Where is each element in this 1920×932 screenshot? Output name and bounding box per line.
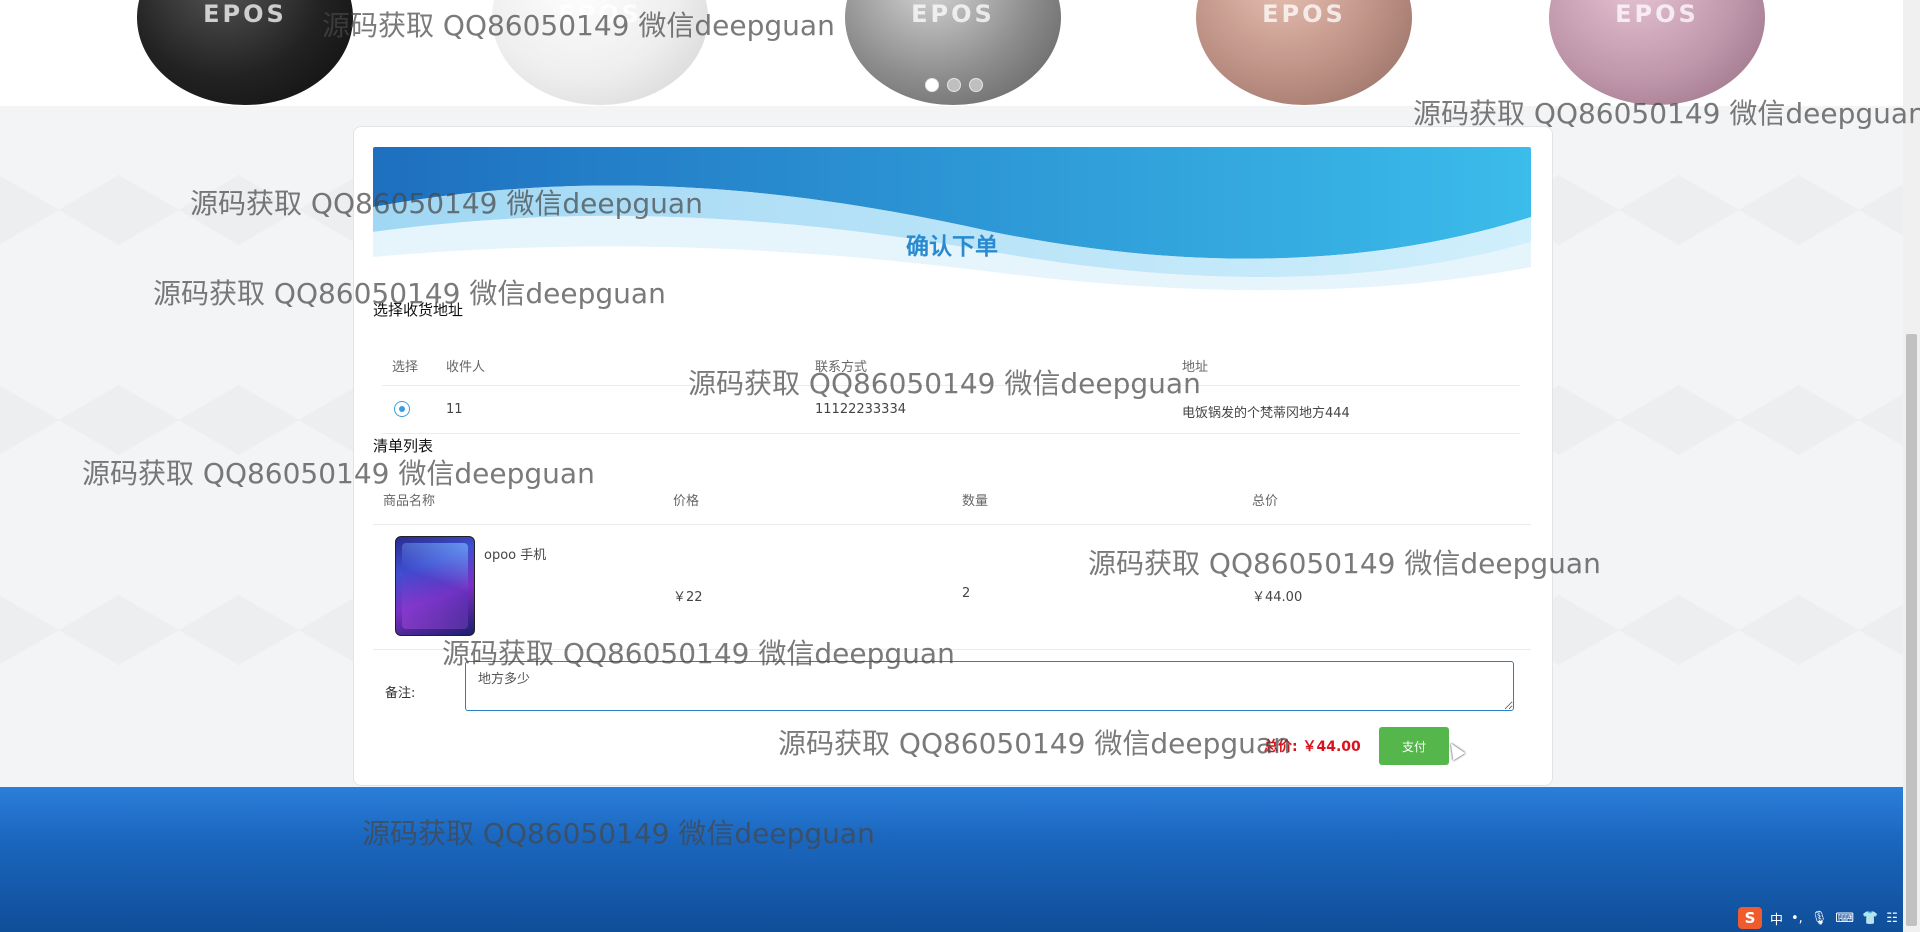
items-section-title: 清单列表 — [373, 437, 434, 455]
menu-grid-icon[interactable]: ☷ — [1886, 911, 1898, 926]
ime-toolbar: S 中 •, 🎙 ⌨ 👕 ☷ — [1738, 906, 1903, 930]
address-radio[interactable] — [394, 401, 410, 417]
price-cell: ￥22 — [673, 590, 703, 605]
column-header: 商品名称 — [383, 494, 436, 509]
page-scrollbar[interactable] — [1903, 0, 1920, 932]
sogou-logo-icon[interactable]: S — [1738, 907, 1762, 929]
order-confirm-card: 确认下单 选择收货地址 选择 收件人 联系方式 地址 11 1112223333… — [353, 126, 1553, 786]
page-title: 确认下单 — [906, 234, 998, 260]
column-header: 价格 — [673, 494, 700, 509]
brand-logo: EPOS — [1615, 0, 1699, 28]
skin-icon[interactable]: 👕 — [1862, 911, 1878, 926]
brand-logo: EPOS — [1262, 0, 1346, 28]
brand-logo: EPOS — [558, 0, 642, 28]
address-table-header: 选择 收件人 联系方式 地址 — [382, 339, 1520, 386]
recipient-cell: 11 — [446, 402, 463, 417]
column-header: 数量 — [962, 494, 989, 509]
earbud-white-image: EPOS — [492, 0, 708, 105]
column-header: 联系方式 — [815, 360, 868, 375]
earbud-rose-gold-image: EPOS — [1196, 0, 1412, 105]
total-amount: ￥44.00 — [1302, 739, 1361, 755]
address-row[interactable]: 11 11122233334 电饭锅发的个梵蒂冈地方444 — [382, 385, 1520, 434]
address-cell: 电饭锅发的个梵蒂冈地方444 — [1182, 406, 1350, 421]
remark-label: 备注: — [385, 686, 416, 701]
order-banner: 确认下单 — [373, 147, 1531, 293]
phone-cell: 11122233334 — [815, 402, 906, 417]
ime-mode-toggle[interactable]: 中 — [1770, 909, 1783, 928]
remark-input[interactable]: 地方多少 — [465, 661, 1514, 711]
brand-logo: EPOS — [911, 0, 995, 28]
earbud-pink-image: EPOS — [1549, 0, 1765, 105]
quantity-cell: 2 — [962, 586, 971, 601]
keyboard-icon[interactable]: ⌨ — [1835, 911, 1854, 926]
address-section-title: 选择收货地址 — [373, 301, 464, 319]
footer — [0, 787, 1903, 932]
carousel-dot-1[interactable] — [925, 78, 939, 92]
subtotal-cell: ￥44.00 — [1252, 590, 1303, 605]
total-label: 总价: — [1264, 739, 1298, 755]
product-thumbnail[interactable] — [395, 536, 475, 636]
microphone-icon[interactable]: 🎙 — [1811, 911, 1828, 926]
column-header: 总价 — [1252, 494, 1279, 509]
order-total: 总价: ￥44.00 — [1264, 736, 1361, 756]
wave-background — [373, 147, 1531, 293]
scrollbar-thumb[interactable] — [1906, 334, 1917, 926]
punctuation-icon[interactable]: •, — [1791, 911, 1803, 926]
earbud-black-image: EPOS — [137, 0, 353, 105]
product-carousel: EPOS EPOS EPOS EPOS EPOS — [0, 0, 1903, 106]
column-header: 收件人 — [446, 360, 486, 375]
carousel-dot-3[interactable] — [969, 78, 983, 92]
carousel-dot-2[interactable] — [947, 78, 961, 92]
items-table-header: 商品名称 价格 数量 总价 — [373, 477, 1531, 525]
carousel-indicators — [925, 78, 983, 92]
brand-logo: EPOS — [203, 0, 287, 28]
item-row: opoo 手机 ￥22 2 ￥44.00 — [373, 524, 1531, 650]
column-header: 选择 — [392, 360, 419, 375]
column-header: 地址 — [1182, 360, 1209, 375]
product-name[interactable]: opoo 手机 — [484, 544, 546, 563]
pay-button[interactable]: 支付 — [1379, 727, 1449, 765]
